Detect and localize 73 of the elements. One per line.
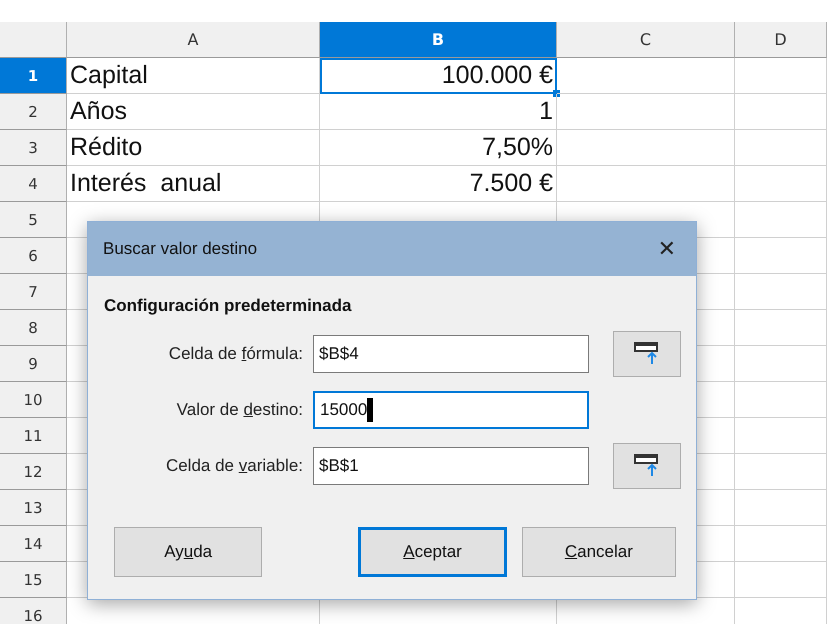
dialog-button[interactable]: Cancelar — [522, 527, 676, 577]
grid-cell[interactable] — [557, 58, 735, 94]
close-button[interactable]: ✕ — [654, 236, 680, 262]
row-header[interactable]: 11 — [0, 418, 67, 454]
input-field[interactable]: 15000 — [313, 391, 589, 429]
grid-cell[interactable] — [735, 490, 827, 526]
row-header[interactable]: 2 — [0, 94, 67, 130]
grid-cell[interactable] — [735, 238, 827, 274]
cell-text: Interés anual — [70, 169, 222, 198]
shrink-button[interactable] — [613, 331, 681, 377]
cell-text: Años — [70, 97, 127, 126]
column-header[interactable]: B — [320, 22, 557, 58]
grid-cell[interactable] — [735, 58, 827, 94]
cell-text: 1 — [539, 97, 553, 126]
grid-cell[interactable] — [735, 202, 827, 238]
row-header[interactable]: 3 — [0, 130, 67, 166]
row-header[interactable]: 10 — [0, 382, 67, 418]
grid-cell[interactable]: 7.500 € — [320, 166, 557, 202]
column-header[interactable]: A — [67, 22, 320, 58]
grid-cell[interactable] — [735, 418, 827, 454]
grid-cell[interactable] — [735, 454, 827, 490]
row-header[interactable]: 7 — [0, 274, 67, 310]
cell-text: Rédito — [70, 133, 142, 162]
row-header[interactable]: 13 — [0, 490, 67, 526]
grid-cell[interactable] — [735, 346, 827, 382]
field-label: Celda de fórmula: — [168, 344, 303, 364]
grid-cell[interactable] — [735, 526, 827, 562]
dialog-button[interactable]: Ayuda — [114, 527, 262, 577]
row-header[interactable]: 5 — [0, 202, 67, 238]
row-header[interactable]: 4 — [0, 166, 67, 202]
field-label: Celda de variable: — [166, 456, 303, 476]
grid-cell[interactable] — [557, 166, 735, 202]
text-cursor — [367, 398, 374, 422]
grid-cell[interactable] — [735, 382, 827, 418]
grid-cell[interactable]: Capital — [67, 58, 320, 94]
row-header[interactable]: 16 — [0, 598, 67, 624]
dialog-button[interactable]: Aceptar — [358, 527, 507, 577]
column-header[interactable]: D — [735, 22, 827, 58]
grid-cell[interactable] — [735, 166, 827, 202]
select-all-corner[interactable] — [0, 22, 67, 58]
shrink-icon — [634, 342, 660, 366]
row-header[interactable]: 14 — [0, 526, 67, 562]
shrink-icon — [634, 454, 660, 478]
row-header[interactable]: 12 — [0, 454, 67, 490]
input-field[interactable]: $B$4 — [313, 335, 589, 373]
grid-cell[interactable] — [735, 130, 827, 166]
row-header[interactable]: 1 — [0, 58, 67, 94]
dialog-title: Buscar valor destino — [103, 239, 258, 259]
grid-cell[interactable]: Interés anual — [67, 166, 320, 202]
grid-cell[interactable]: Años — [67, 94, 320, 130]
grid-cell[interactable] — [735, 94, 827, 130]
grid-cell[interactable]: 100.000 € — [320, 58, 557, 94]
grid-cell[interactable] — [735, 562, 827, 598]
row-header[interactable]: 6 — [0, 238, 67, 274]
grid-cell[interactable] — [557, 94, 735, 130]
grid-cell[interactable]: 7,50% — [320, 130, 557, 166]
grid-cell[interactable]: 1 — [320, 94, 557, 130]
shrink-button[interactable] — [613, 443, 681, 489]
cell-text: Capital — [70, 61, 148, 90]
row-header[interactable]: 9 — [0, 346, 67, 382]
column-header[interactable]: C — [557, 22, 735, 58]
cell-text: 7.500 € — [470, 169, 553, 198]
grid-cell[interactable] — [557, 130, 735, 166]
row-header[interactable]: 15 — [0, 562, 67, 598]
field-label: Valor de destino: — [176, 400, 303, 420]
input-field[interactable]: $B$1 — [313, 447, 589, 485]
grid-cell[interactable]: Rédito — [67, 130, 320, 166]
cell-text: 100.000 € — [442, 61, 553, 90]
cell-text: 7,50% — [482, 133, 553, 162]
grid-cell[interactable] — [735, 310, 827, 346]
section-heading: Configuración predeterminada — [104, 296, 352, 316]
grid-cell[interactable] — [735, 274, 827, 310]
row-header[interactable]: 8 — [0, 310, 67, 346]
